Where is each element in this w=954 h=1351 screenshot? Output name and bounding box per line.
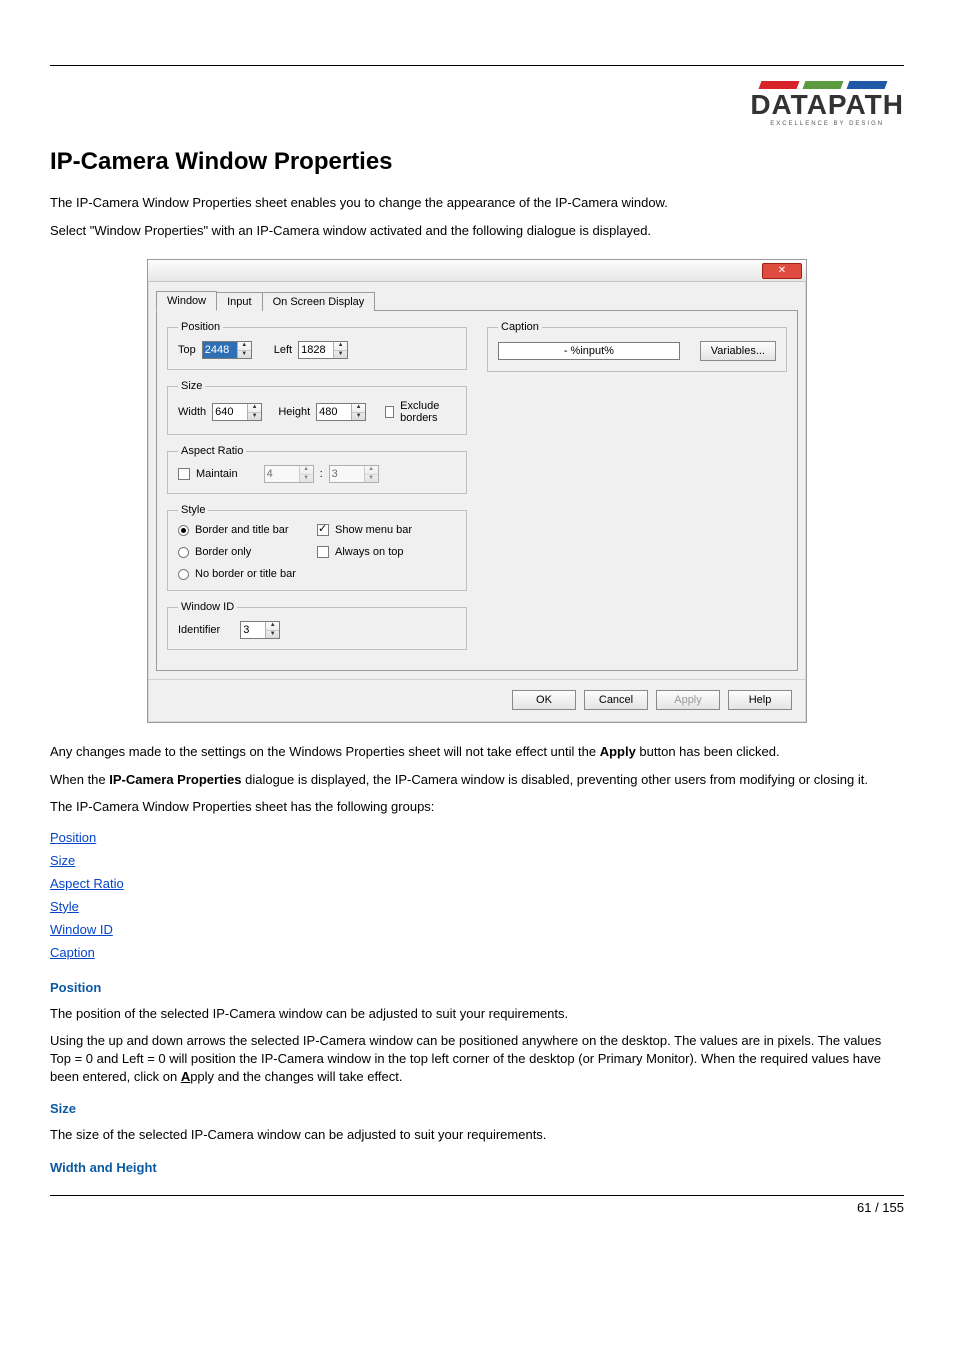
radio-no-border[interactable] — [178, 569, 189, 580]
legend-caption: Caption — [498, 321, 542, 333]
identifier-stepper[interactable]: ▲▼ — [240, 621, 280, 639]
ok-button[interactable]: OK — [512, 690, 576, 710]
top-stepper[interactable]: ▲▼ — [202, 341, 252, 359]
page-number: 61 / 155 — [50, 1195, 904, 1215]
link-position[interactable]: Position — [50, 830, 96, 845]
legend-position: Position — [178, 321, 223, 333]
dialog-tabs: Window Input On Screen Display — [148, 282, 806, 310]
label-border-title: Border and title bar — [195, 524, 289, 536]
group-window-id: Window ID Identifier ▲▼ — [167, 601, 467, 650]
intro-paragraph-1: The IP-Camera Window Properties sheet en… — [50, 194, 904, 212]
brand-logo: DATAPATH EXCELLENCE BY DESIGN — [50, 81, 904, 128]
spinner-icon[interactable]: ▲▼ — [364, 466, 378, 482]
link-aspect-ratio[interactable]: Aspect Ratio — [50, 876, 124, 891]
heading-width-height: Width and Height — [50, 1160, 904, 1175]
spinner-icon[interactable]: ▲▼ — [247, 404, 261, 420]
radio-border-only[interactable] — [178, 547, 189, 558]
ratio-b-input[interactable] — [330, 466, 364, 482]
exclude-borders-checkbox[interactable] — [385, 406, 394, 418]
legend-winid: Window ID — [178, 601, 237, 613]
ratio-a-input[interactable] — [265, 466, 299, 482]
tab-osd[interactable]: On Screen Display — [262, 292, 376, 311]
label-left: Left — [274, 344, 292, 356]
variables-button[interactable]: Variables... — [700, 341, 776, 361]
label-top: Top — [178, 344, 196, 356]
group-style: Style Border and title bar Show menu bar — [167, 504, 467, 591]
close-icon[interactable]: ✕ — [762, 263, 802, 279]
group-size: Size Width ▲▼ Height ▲▼ — [167, 380, 467, 435]
top-rule — [50, 65, 904, 66]
spinner-icon[interactable]: ▲▼ — [299, 466, 313, 482]
label-identifier: Identifier — [178, 624, 220, 636]
show-menu-checkbox[interactable] — [317, 524, 329, 536]
ratio-b-stepper[interactable]: ▲▼ — [329, 465, 379, 483]
note-disabled: When the IP-Camera Properties dialogue i… — [50, 771, 904, 789]
page-title: IP-Camera Window Properties — [50, 148, 904, 176]
always-on-top-checkbox[interactable] — [317, 546, 329, 558]
top-input[interactable] — [203, 342, 237, 358]
intro-paragraph-2: Select "Window Properties" with an IP-Ca… — [50, 222, 904, 240]
spinner-icon[interactable]: ▲▼ — [237, 342, 251, 358]
legend-size: Size — [178, 380, 205, 392]
cancel-button[interactable]: Cancel — [584, 690, 648, 710]
heading-size: Size — [50, 1101, 904, 1116]
spinner-icon[interactable]: ▲▼ — [333, 342, 347, 358]
link-window-id[interactable]: Window ID — [50, 922, 113, 937]
caption-input[interactable]: - %input% — [498, 342, 680, 360]
legend-aspect: Aspect Ratio — [178, 445, 246, 457]
position-para-2: Using the up and down arrows the selecte… — [50, 1032, 904, 1085]
label-show-menu: Show menu bar — [335, 524, 412, 536]
label-maintain: Maintain — [196, 468, 238, 480]
properties-dialog: ✕ Window Input On Screen Display Positio… — [147, 259, 807, 723]
height-input[interactable] — [317, 404, 351, 420]
ratio-separator: : — [320, 468, 323, 480]
logo-tagline: EXCELLENCE BY DESIGN — [750, 121, 904, 127]
apply-button[interactable]: Apply — [656, 690, 720, 710]
height-stepper[interactable]: ▲▼ — [316, 403, 366, 421]
tab-input[interactable]: Input — [216, 292, 262, 311]
maintain-checkbox[interactable] — [178, 468, 190, 480]
radio-border-title[interactable] — [178, 525, 189, 536]
group-position: Position Top ▲▼ Left ▲▼ — [167, 321, 467, 370]
ratio-a-stepper[interactable]: ▲▼ — [264, 465, 314, 483]
spinner-icon[interactable]: ▲▼ — [351, 404, 365, 420]
link-caption[interactable]: Caption — [50, 945, 95, 960]
dialog-titlebar: ✕ — [148, 260, 806, 282]
label-no-border: No border or title bar — [195, 568, 296, 580]
identifier-input[interactable] — [241, 622, 265, 638]
left-stepper[interactable]: ▲▼ — [298, 341, 348, 359]
logo-text: DATAPATH — [750, 91, 904, 119]
groups-intro: The IP-Camera Window Properties sheet ha… — [50, 798, 904, 816]
label-border-only: Border only — [195, 546, 251, 558]
help-button[interactable]: Help — [728, 690, 792, 710]
label-always-on-top: Always on top — [335, 546, 403, 558]
width-input[interactable] — [213, 404, 247, 420]
note-apply: Any changes made to the settings on the … — [50, 743, 904, 761]
spinner-icon[interactable]: ▲▼ — [265, 622, 279, 638]
left-input[interactable] — [299, 342, 333, 358]
label-width: Width — [178, 406, 206, 418]
group-caption: Caption - %input% Variables... — [487, 321, 787, 372]
label-exclude-borders: Exclude borders — [400, 400, 456, 424]
group-links: Position Size Aspect Ratio Style Window … — [50, 826, 904, 964]
dialog-button-row: OK Cancel Apply Help — [148, 679, 806, 722]
group-aspect-ratio: Aspect Ratio Maintain ▲▼ : ▲▼ — [167, 445, 467, 494]
width-stepper[interactable]: ▲▼ — [212, 403, 262, 421]
tab-window[interactable]: Window — [156, 291, 217, 311]
position-para-1: The position of the selected IP-Camera w… — [50, 1005, 904, 1023]
link-size[interactable]: Size — [50, 853, 75, 868]
heading-position: Position — [50, 980, 904, 995]
size-para-1: The size of the selected IP-Camera windo… — [50, 1126, 904, 1144]
link-style[interactable]: Style — [50, 899, 79, 914]
label-height: Height — [278, 406, 310, 418]
legend-style: Style — [178, 504, 208, 516]
